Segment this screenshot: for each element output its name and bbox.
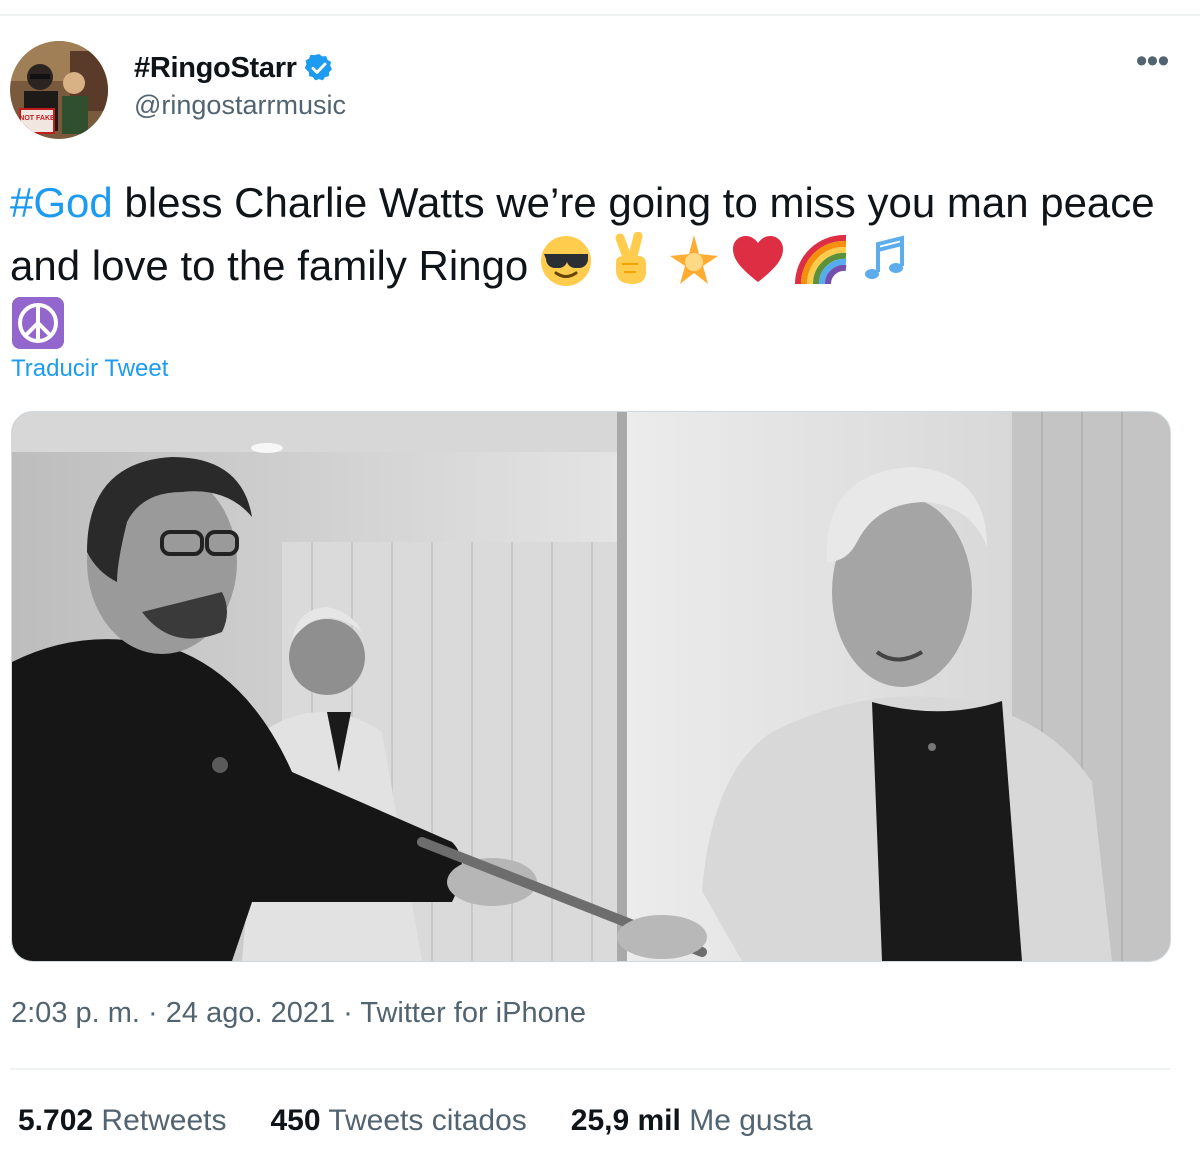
peace-symbol-emoji xyxy=(10,295,66,351)
meta-separator: · xyxy=(139,997,166,1029)
glowing-star-emoji xyxy=(666,232,722,288)
quote-tweets-stat[interactable]: 450 Tweets citados xyxy=(270,1104,526,1138)
sunglasses-face-emoji xyxy=(538,232,594,288)
tweet-timestamp: 2:03 p. m. · 24 ago. 2021 · Twitter for … xyxy=(11,997,586,1030)
author-name-row: #RingoStarr xyxy=(134,48,335,88)
retweets-count: 5.702 xyxy=(18,1104,94,1137)
engagement-stats: 5.702 Retweets 450 Tweets citados 25,9 m… xyxy=(18,1104,813,1138)
likes-count: 25,9 mil xyxy=(570,1104,681,1137)
verified-badge-icon xyxy=(304,54,332,81)
avatar-sign-text: NOT FAKE xyxy=(19,115,55,122)
quotes-label: Tweets citados xyxy=(328,1104,527,1137)
top-divider xyxy=(0,14,1200,16)
likes-label: Me gusta xyxy=(689,1104,813,1137)
user-handle[interactable]: @ringostarrmusic xyxy=(134,90,346,121)
victory-hand-emoji xyxy=(602,232,658,288)
display-name[interactable]: #RingoStarr xyxy=(134,52,297,85)
tweet-time[interactable]: 2:03 p. m. xyxy=(11,997,140,1029)
quotes-count: 450 xyxy=(270,1104,321,1137)
tweet-photo[interactable] xyxy=(11,411,1171,962)
more-options-icon[interactable]: ••• xyxy=(1130,44,1174,84)
stats-divider xyxy=(10,1068,1170,1070)
tweet-source[interactable]: Twitter for iPhone xyxy=(360,997,586,1029)
rainbow-emoji xyxy=(794,232,850,288)
retweets-label: Retweets xyxy=(101,1104,227,1137)
meta-separator: · xyxy=(335,997,361,1029)
tweet-date[interactable]: 24 ago. 2021 xyxy=(166,997,335,1029)
likes-stat[interactable]: 25,9 mil Me gusta xyxy=(571,1104,813,1138)
photo-ringo-and-charlie xyxy=(12,412,1170,961)
translate-tweet-link[interactable]: Traducir Tweet xyxy=(11,355,168,383)
avatar-image: NOT FAKE xyxy=(10,41,108,139)
tweet-text: #God bless Charlie Watts we’re going to … xyxy=(10,174,1180,356)
hashtag-link[interactable]: #God xyxy=(10,179,113,226)
red-heart-emoji xyxy=(730,232,786,288)
musical-notes-emoji xyxy=(858,232,914,288)
emoji-group xyxy=(538,232,914,288)
retweets-stat[interactable]: 5.702 Retweets xyxy=(18,1104,226,1138)
avatar[interactable]: NOT FAKE xyxy=(10,41,108,139)
